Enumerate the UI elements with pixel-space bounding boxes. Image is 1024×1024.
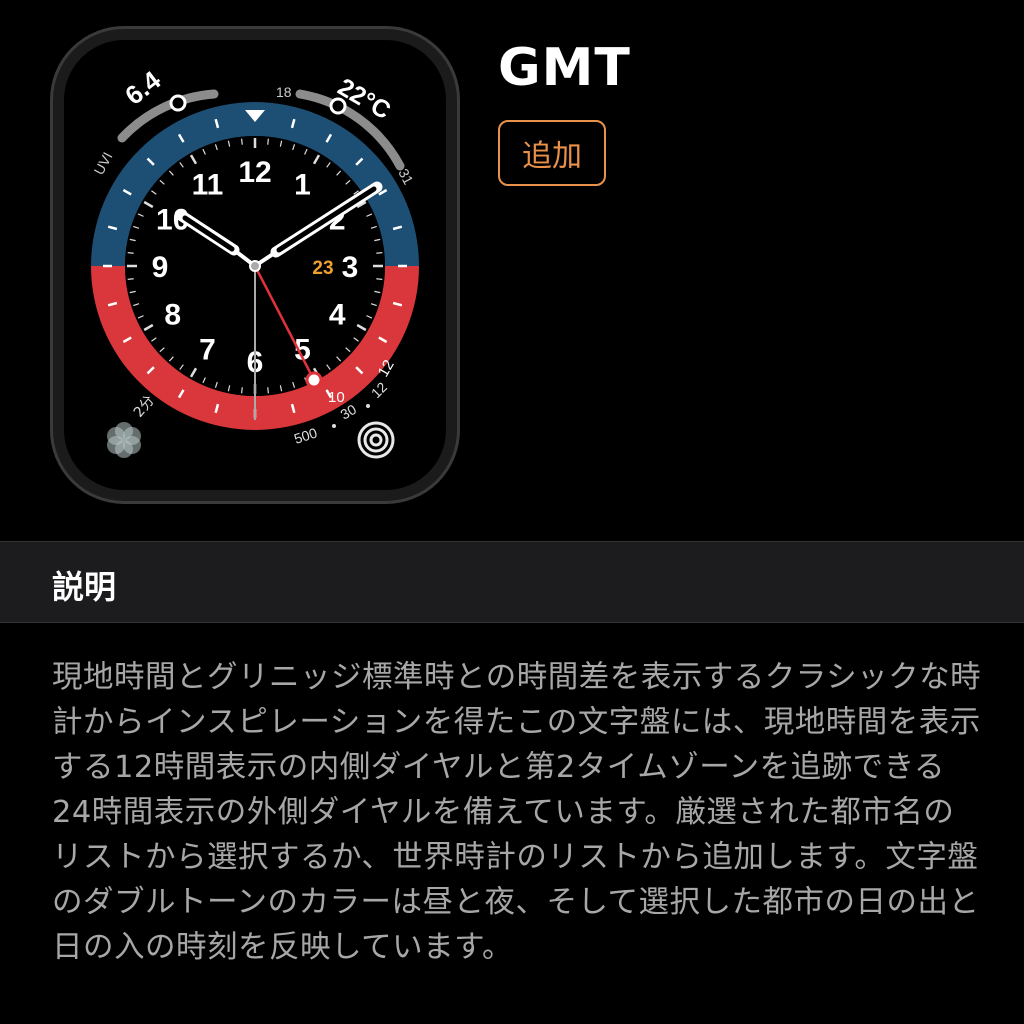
hour-numeral-1: 1: [294, 169, 311, 202]
watch-face-title: GMT: [498, 38, 631, 98]
watch-face-preview[interactable]: 6.4 UVI 18 22°C 31 12 1 2 3 4 5 6 7 8 9 10 11 23 10…: [64, 40, 446, 490]
minute-tick: [241, 138, 243, 145]
description-section-header: 説明: [0, 541, 1024, 623]
hour-numeral-5: 5: [294, 333, 311, 366]
second-hand-tip: [305, 371, 323, 389]
hour-numeral-4: 4: [329, 299, 346, 332]
hour-numeral-12: 12: [238, 156, 271, 189]
section-title: 説明: [52, 568, 117, 606]
temperature-min: 18: [276, 84, 292, 100]
minute-tick: [376, 278, 383, 280]
uv-value: 6.4: [119, 65, 166, 111]
activity-stand-value: 12: [368, 379, 390, 401]
minute-tick: [267, 138, 269, 145]
minute-tick: [127, 278, 134, 280]
hour-numeral-3: 3: [342, 251, 359, 284]
center-cap: [249, 260, 261, 272]
activity-move-value: 500: [292, 424, 319, 447]
watch-face-svg: 6.4 UVI 18 22°C 31 12 1234567891011 23 10…: [91, 65, 419, 459]
description-body: 現地時間とグリニッジ標準時との時間差を表示するクラシックな時計からインスピレーシ…: [52, 660, 982, 965]
date-display: 23: [312, 258, 333, 279]
activity-separator-dot: [332, 424, 336, 428]
minute-tick: [127, 252, 134, 254]
minute-tick: [376, 252, 383, 254]
breathe-flower-icon[interactable]: [107, 422, 141, 458]
hour-numeral-7: 7: [199, 333, 216, 366]
hour-numeral-9: 9: [152, 251, 169, 284]
uv-gauge-indicator: [169, 94, 187, 112]
add-button[interactable]: 追加: [498, 120, 606, 186]
hour-numeral-8: 8: [164, 299, 181, 332]
breathe-label: 2分: [131, 393, 158, 421]
activity-rings-icon[interactable]: [357, 421, 395, 459]
uv-label: UVI: [91, 149, 116, 177]
minute-tick: [267, 387, 269, 394]
activity-separator-dot-2: [366, 404, 370, 408]
hour-numeral-11: 11: [192, 169, 224, 202]
minute-tick: [241, 387, 243, 394]
gmt-bezel-label-10: 10: [328, 389, 345, 406]
